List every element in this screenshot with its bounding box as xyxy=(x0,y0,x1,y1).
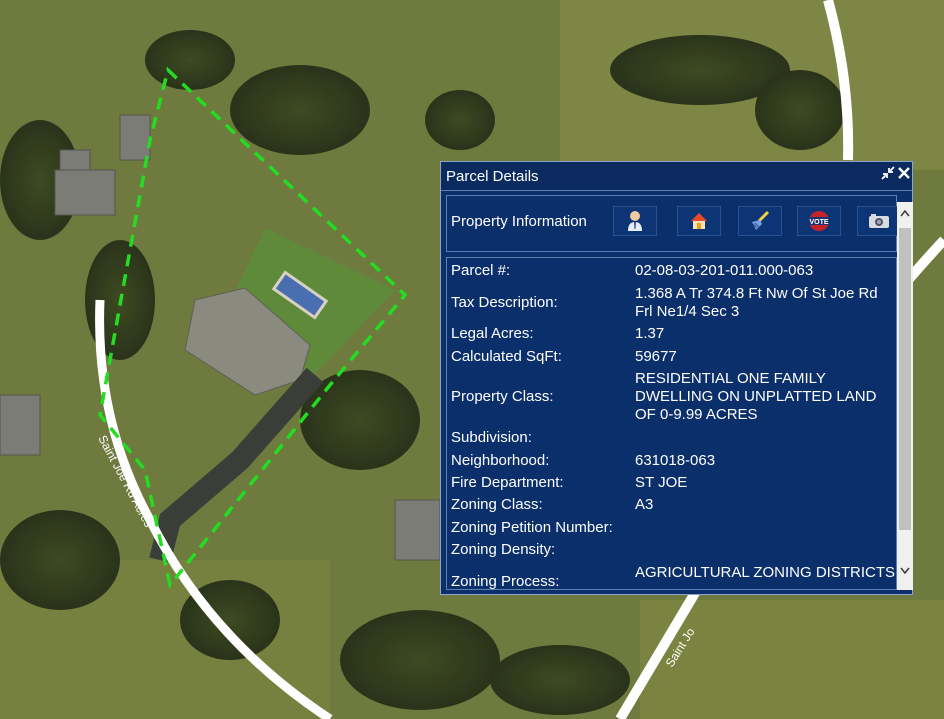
panel-title: Parcel Details xyxy=(446,168,539,185)
detail-label: Subdivision: xyxy=(451,429,532,446)
detail-label: Zoning Class: xyxy=(451,496,543,513)
scroll-up-icon[interactable] xyxy=(897,204,913,222)
house-icon[interactable] xyxy=(677,206,721,236)
detail-label: Property Class: xyxy=(451,388,554,405)
close-icon[interactable] xyxy=(897,166,911,180)
scroll-down-icon[interactable] xyxy=(897,562,913,580)
detail-value: AGRICULTURAL ZONING DISTRICTS xyxy=(635,564,896,581)
detail-value: 59677 xyxy=(635,348,677,365)
detail-label: Legal Acres: xyxy=(451,325,534,342)
detail-value: A3 xyxy=(635,496,654,513)
detail-value: 631018-063 xyxy=(635,452,716,469)
vote-icon[interactable]: VOTE xyxy=(797,206,841,236)
svg-text:VOTE: VOTE xyxy=(809,219,828,226)
detail-label: Fire Department: xyxy=(451,474,564,491)
detail-label: Zoning Density: xyxy=(451,541,556,558)
owner-person-icon[interactable] xyxy=(613,206,657,236)
collapse-arrows-icon[interactable] xyxy=(881,166,895,180)
detail-label: Parcel #: xyxy=(451,262,511,279)
section-label: Property Information xyxy=(451,213,587,230)
parcel-details-list: Parcel #: 02-08-03-201-011.000-063 Tax D… xyxy=(446,257,897,590)
detail-value: 1.37 xyxy=(635,325,665,342)
detail-value: RESIDENTIAL ONE FAMILY DWELLING ON UNPLA… xyxy=(635,370,877,423)
property-information-toolbar: Property Information VOTE xyxy=(446,195,901,252)
panel-scrollbar[interactable] xyxy=(897,202,913,590)
broom-icon[interactable] xyxy=(738,206,782,236)
detail-label: Neighborhood: xyxy=(451,452,550,469)
detail-value: 1.368 A Tr 374.8 Ft Nw Of St Joe Rd Frl … xyxy=(635,285,878,320)
detail-value: 02-08-03-201-011.000-063 xyxy=(635,262,814,279)
detail-label: Calculated SqFt: xyxy=(451,348,562,365)
detail-label: Zoning Petition Number: xyxy=(451,519,613,536)
detail-label: Tax Description: xyxy=(451,294,558,311)
detail-value: ST JOE xyxy=(635,474,688,491)
camera-icon[interactable] xyxy=(857,206,901,236)
detail-label: Zoning Process: xyxy=(451,573,560,590)
scroll-thumb[interactable] xyxy=(899,228,911,530)
parcel-details-panel: Parcel Details Property Information VOTE… xyxy=(440,161,913,595)
panel-header: Parcel Details xyxy=(441,162,912,191)
